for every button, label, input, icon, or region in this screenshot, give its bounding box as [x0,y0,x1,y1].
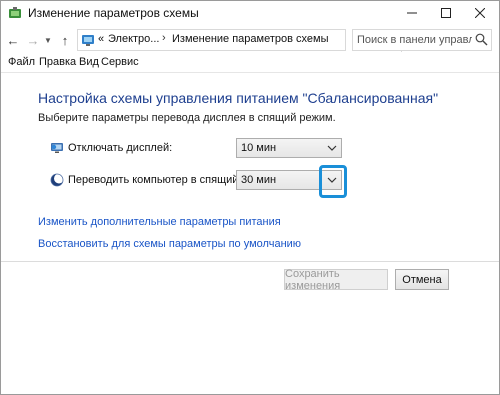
page-subtitle: Выберите параметры перевода дисплея в сп… [38,112,336,124]
page-title: Настройка схемы управления питанием "Сба… [38,90,439,106]
save-changes-button[interactable]: Сохранить изменения [284,268,388,292]
breadcrumb-root[interactable]: « [98,33,104,45]
address-dropdown-icon[interactable]: ⌄ [306,33,313,42]
up-button[interactable]: ↑ [56,30,74,50]
advanced-power-settings-link[interactable]: Изменить дополнительные параметры питани… [38,216,281,228]
maximize-icon [441,8,451,18]
moon-icon [50,173,64,187]
restore-defaults-link[interactable]: Восстановить для схемы параметры по умол… [38,238,301,250]
breadcrumb-power[interactable]: Электро... [108,33,159,45]
minimize-icon [407,12,417,14]
search-input[interactable] [357,32,472,48]
display-off-value: 10 мин [241,142,277,154]
chevron-down-icon: ▼ [44,35,52,45]
breadcrumb-current[interactable]: Изменение параметров схемы [172,33,328,45]
window-title: Изменение параметров схемы [28,6,199,20]
main-content: Настройка схемы управления питанием "Сба… [1,73,499,261]
chevron-down-icon [327,145,337,151]
address-bar[interactable]: « Электро... › Изменение параметров схем… [77,29,418,52]
minimize-button[interactable] [395,1,429,25]
monitor-icon [51,143,63,153]
arrow-up-icon: ↑ [61,32,69,48]
control-panel-icon [82,35,94,46]
display-off-select[interactable]: 10 мин [236,138,342,158]
breadcrumb-separator-icon[interactable]: › [162,32,166,44]
arrow-left-icon: ← [6,32,20,48]
menu-edit[interactable]: Правка [39,56,76,68]
maximize-button[interactable] [429,1,463,25]
menu-view[interactable]: Вид [79,56,99,68]
search-box[interactable] [352,29,492,51]
recent-locations-button[interactable]: ▼ [43,30,53,50]
dropdown-highlight-box [319,165,347,198]
menu-tools[interactable]: Сервис [101,56,139,68]
display-off-row: Отключать дисплей: 10 мин [1,137,499,161]
close-icon [475,8,485,18]
power-options-icon [9,7,21,18]
menu-file[interactable]: Файл [8,56,35,68]
close-button[interactable] [463,1,497,25]
back-button[interactable]: ← [4,30,22,50]
title-bar: Изменение параметров схемы [1,1,499,25]
sleep-row: Переводить компьютер в спящий режим: 30 … [1,169,499,193]
window: Изменение параметров схемы ← → ▼ ↑ « Эле… [0,0,500,395]
menu-bar: Файл Правка Вид Сервис [1,54,499,72]
navigation-bar: ← → ▼ ↑ « Электро... › Изменение парамет… [1,27,499,53]
search-icon[interactable] [475,33,488,46]
sleep-value: 30 мин [241,174,277,186]
arrow-right-icon: → [26,32,40,48]
display-off-label: Отключать дисплей: [68,142,173,154]
cancel-button[interactable]: Отмена [395,269,449,290]
forward-button[interactable]: → [24,30,42,50]
